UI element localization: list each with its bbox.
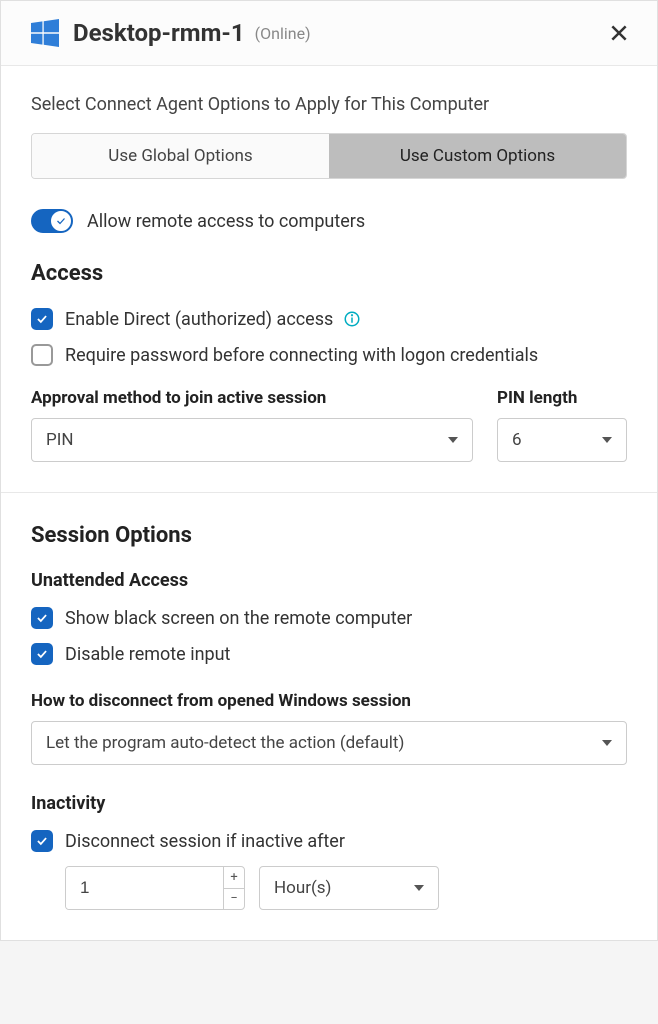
spinner-down-button[interactable]: − [224,889,244,910]
require-password-row: Require password before connecting with … [31,344,627,366]
pin-length-select[interactable]: 6 [497,418,627,462]
pin-length-label: PIN length [497,388,627,408]
unattended-access-title: Unattended Access [31,570,627,591]
disconnect-method-value: Let the program auto-detect the action (… [46,733,404,753]
inactivity-title: Inactivity [31,793,627,814]
intro-text: Select Connect Agent Options to Apply fo… [31,94,627,115]
inactivity-disconnect-label: Disconnect session if inactive after [65,831,345,852]
use-custom-options-button[interactable]: Use Custom Options [329,134,626,178]
approval-method-select[interactable]: PIN [31,418,473,462]
pin-length-group: PIN length 6 [497,388,627,462]
inactivity-disconnect-row: Disconnect session if inactive after [31,830,627,852]
approval-pin-row: Approval method to join active session P… [31,388,627,462]
computer-status: (Online) [255,24,311,43]
inactivity-spinner: + − [223,867,244,909]
computer-name: Desktop-rmm-1 [73,19,245,47]
approval-method-label: Approval method to join active session [31,388,473,408]
info-icon[interactable] [343,310,361,328]
allow-remote-access-label: Allow remote access to computers [87,211,365,232]
dialog-header: Desktop-rmm-1 (Online) [1,1,657,66]
allow-remote-access-row: Allow remote access to computers [31,209,627,233]
caret-down-icon [414,885,424,891]
session-options-title: Session Options [31,523,627,548]
inactivity-unit-value: Hour(s) [274,878,331,898]
inactivity-unit-select[interactable]: Hour(s) [259,866,439,910]
allow-remote-access-toggle[interactable] [31,209,73,233]
dialog-body: Select Connect Agent Options to Apply fo… [1,66,657,940]
disable-input-row: Disable remote input [31,643,627,665]
black-screen-checkbox[interactable] [31,607,53,629]
disable-input-label: Disable remote input [65,644,230,665]
use-global-options-button[interactable]: Use Global Options [32,134,329,178]
close-button[interactable] [605,19,633,47]
agent-options-dialog: Desktop-rmm-1 (Online) Select Connect Ag… [0,0,658,941]
enable-direct-access-checkbox[interactable] [31,308,53,330]
caret-down-icon [602,437,612,443]
disconnect-method-select[interactable]: Let the program auto-detect the action (… [31,721,627,765]
spinner-up-button[interactable]: + [224,867,244,889]
approval-method-group: Approval method to join active session P… [31,388,473,462]
inactivity-disconnect-checkbox[interactable] [31,830,53,852]
caret-down-icon [448,437,458,443]
caret-down-icon [602,740,612,746]
enable-direct-access-label: Enable Direct (authorized) access [65,309,333,330]
section-divider [1,492,657,493]
require-password-checkbox[interactable] [31,344,53,366]
disable-input-checkbox[interactable] [31,643,53,665]
access-section-title: Access [31,261,627,286]
require-password-label: Require password before connecting with … [65,345,538,366]
inactivity-value-row: + − Hour(s) [65,866,627,910]
inactivity-value-field[interactable] [66,867,223,909]
enable-direct-access-row: Enable Direct (authorized) access [31,308,627,330]
pin-length-value: 6 [512,430,522,450]
inactivity-number-input: + − [65,866,245,910]
black-screen-row: Show black screen on the remote computer [31,607,627,629]
windows-icon [31,19,59,47]
approval-method-value: PIN [46,430,73,450]
disconnect-method-label: How to disconnect from opened Windows se… [31,691,627,711]
black-screen-label: Show black screen on the remote computer [65,608,412,629]
options-mode-segmented: Use Global Options Use Custom Options [31,133,627,179]
